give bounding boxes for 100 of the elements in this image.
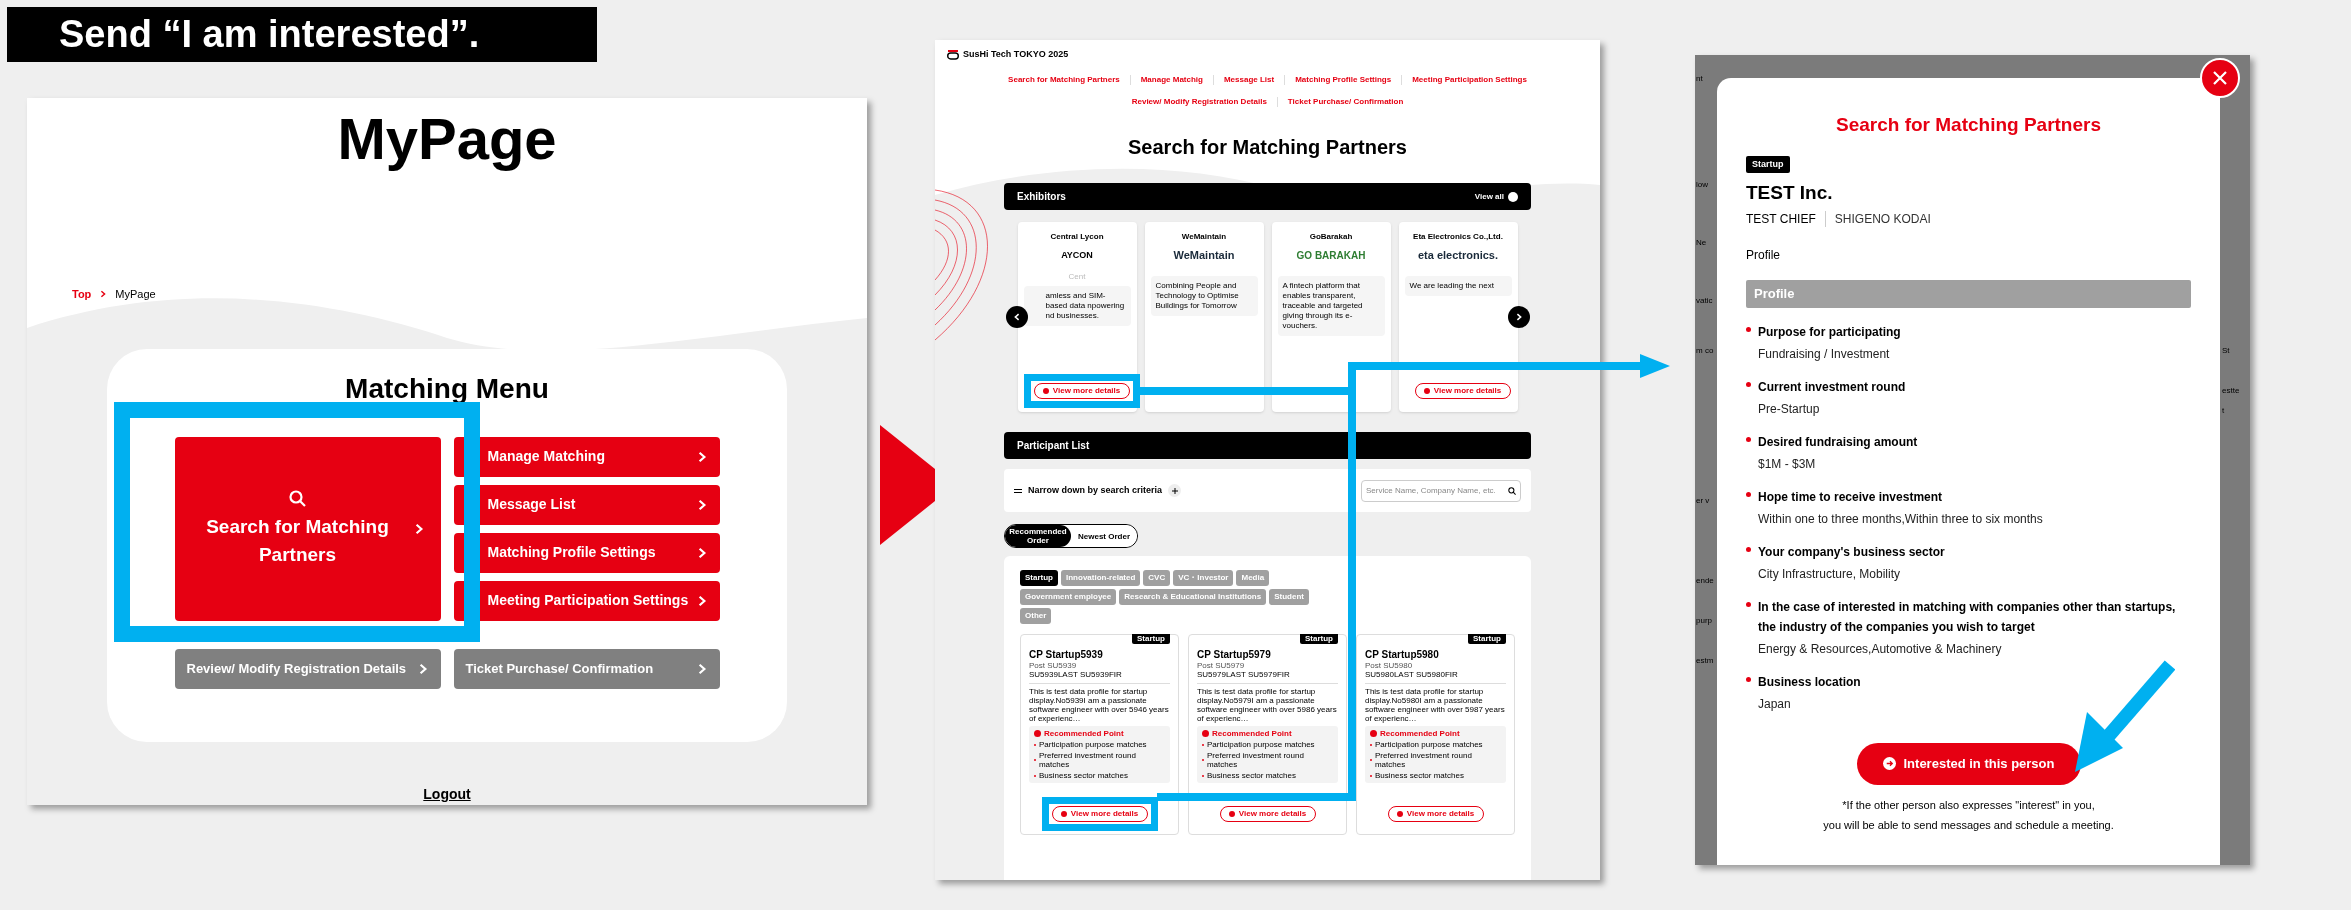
backdrop-text: purp (1696, 615, 1712, 627)
recommendation-title: Recommended Point (1044, 729, 1124, 738)
backdrop-text: ende (1696, 575, 1714, 587)
person-name: SHIGENO KODAI (1834, 210, 1931, 228)
backdrop-text: estm (1696, 655, 1714, 667)
backdrop-text: low (1696, 179, 1708, 191)
breadcrumb-current: MyPage (115, 287, 156, 302)
bullet-icon (1746, 676, 1751, 682)
sort-tab[interactable]: Recommended Order (1005, 525, 1071, 547)
type-badge: Startup (1300, 634, 1338, 644)
category-tag[interactable]: Government employee (1020, 589, 1117, 605)
recommendation-title: Recommended Point (1212, 729, 1292, 738)
search-partners-button[interactable]: Search for Matching Partners (174, 436, 441, 621)
filter-icon (1014, 487, 1022, 494)
menu-button[interactable]: Manage Matching (453, 436, 720, 477)
backdrop-text: nt (1696, 73, 1703, 85)
recommendation-title: Recommended Point (1380, 729, 1460, 738)
close-button[interactable] (2200, 58, 2240, 98)
post-label: Post SU5980 (1365, 661, 1414, 670)
bullet-icon (1746, 546, 1751, 552)
category-tag[interactable]: VC・Investor (1173, 570, 1234, 586)
category-tag[interactable]: Innovation-related (1061, 570, 1141, 586)
nav-link[interactable]: Review/ Modify Registration Details (1121, 97, 1278, 107)
view-details-button[interactable]: View more details (1414, 383, 1511, 399)
nav-link[interactable]: Ticket Purchase/ Confirmation (1277, 97, 1414, 107)
field-label: Business location (1758, 673, 1861, 691)
profile-label: Profile (1746, 246, 1781, 264)
chevron-left-icon (1012, 313, 1021, 321)
view-details-button[interactable]: View more details (1033, 383, 1130, 399)
exhibitor-description: amless and SIM-based data npowering nd businesses. (1023, 286, 1131, 326)
recommendation-point: Participation purpose matches (1039, 740, 1147, 749)
menu-button[interactable]: Meeting Participation Settings (453, 580, 720, 621)
post-label: Post SU5979 (1197, 661, 1246, 670)
bullet-icon (1746, 326, 1751, 332)
note-text: *If the other person also expresses "interest" in you, (1842, 797, 2095, 813)
view-details-button[interactable]: View more details (1219, 806, 1316, 822)
menu-button[interactable]: Review/ Modify Registration Details (174, 648, 441, 689)
field-label: Purpose for participating (1758, 323, 1901, 341)
backdrop-text: St (2222, 345, 2230, 357)
category-tag[interactable]: Other (1020, 608, 1052, 624)
search-field[interactable]: Service Name, Company Name, etc. (1361, 479, 1521, 502)
category-tag[interactable]: CVC (1143, 570, 1171, 586)
interested-button[interactable]: Interested in this person (1856, 742, 2081, 785)
field-value: Japan (1758, 695, 1792, 713)
check-icon (1034, 730, 1041, 737)
field-value: City Infrastructure, Mobility (1758, 565, 1902, 583)
participant-name: CP Startup5980 (1365, 649, 1440, 661)
menu-button[interactable]: Ticket Purchase/ Confirmation (453, 648, 720, 689)
field-value: Fundraising / Investment (1758, 345, 1891, 363)
search-icon (1508, 486, 1516, 495)
exhibitor-name: Eta Electronics Co.,Ltd. (1413, 232, 1503, 242)
close-icon (2212, 70, 2228, 86)
exhibitor-name: WeMaintain (1181, 232, 1227, 242)
field-label: Desired fundraising amount (1758, 433, 1918, 451)
menu-button[interactable]: Message List (453, 484, 720, 525)
participant-description: This is test data profile for startup display.No5980I am a passionate software engineer with over 5987 years of experienc… (1365, 687, 1506, 723)
backdrop-text: er v (1696, 495, 1710, 507)
recommendation-point: Business sector matches (1375, 771, 1464, 780)
field-label: In the case of interested in matching with companies other than startups, the industry of the companies you wish to target (1758, 598, 2177, 636)
backdrop-text: t (2222, 405, 2225, 417)
backdrop-text: m co (1696, 345, 1714, 357)
company-logo: AYCON (1061, 250, 1093, 262)
breadcrumb-link[interactable]: Top (72, 286, 92, 303)
backdrop-text: vatic (1696, 295, 1713, 307)
field-value: Pre-Startup (1758, 400, 1821, 418)
nav-link[interactable]: Manage Matchig (1130, 75, 1214, 85)
logo-text: SusHi Tech TOKYO 2025 (963, 48, 1069, 62)
field-label: Current investment round (1758, 378, 1906, 396)
view-details-button[interactable]: View more details (1051, 806, 1148, 822)
category-tag[interactable]: Media (1236, 570, 1270, 586)
view-details-button[interactable]: View more details (1387, 806, 1484, 822)
post-label: Post SU5939 (1029, 661, 1078, 670)
backdrop-text: Ne (1696, 237, 1707, 249)
nav-link[interactable]: Search for Matching Partners (998, 75, 1131, 85)
search-input[interactable]: Service Name, Company Name, etc. (1366, 484, 1506, 497)
recommendation-point: Participation purpose matches (1207, 740, 1315, 749)
note-text: you will be able to send messages and schedule a meeting. (1823, 818, 2114, 833)
field-label: Your company's business sector (1758, 543, 1945, 561)
person-name: SU5980LAST SU5980FIR (1365, 670, 1506, 684)
category-tag[interactable]: Student (1269, 589, 1309, 605)
logout-link[interactable]: Logout (423, 784, 471, 805)
field-label: Hope time to receive investment (1758, 488, 1944, 506)
expand-button[interactable] (1168, 484, 1182, 497)
field-value: Energy & Resources,Automotive & Machinery (1758, 640, 2003, 658)
bullet-icon (1746, 601, 1751, 607)
check-icon (1202, 730, 1209, 737)
nav-link[interactable]: Message List (1213, 75, 1286, 85)
chevron-icon (99, 290, 108, 299)
company-logo: WeMaintain (1173, 250, 1235, 263)
role-text: TEST CHIEF (1746, 210, 1816, 228)
section-title: Search for Matching Partners (1128, 135, 1407, 159)
category-tag[interactable]: Research & Educational Institutions (1119, 589, 1267, 605)
view-all-link[interactable]: View all (1474, 190, 1518, 203)
recommendation-point: Preferred investment round matches (1374, 751, 1473, 769)
category-tag[interactable]: Startup (1020, 570, 1058, 586)
menu-button[interactable]: Matching Profile Settings (453, 532, 720, 573)
company-name: TEST Inc. (1746, 181, 1834, 205)
nav-link[interactable]: Matching Profile Settings (1285, 75, 1403, 85)
participant-name: CP Startup5939 (1029, 649, 1104, 661)
nav-link[interactable]: Meeting Participation Settings (1402, 75, 1537, 85)
